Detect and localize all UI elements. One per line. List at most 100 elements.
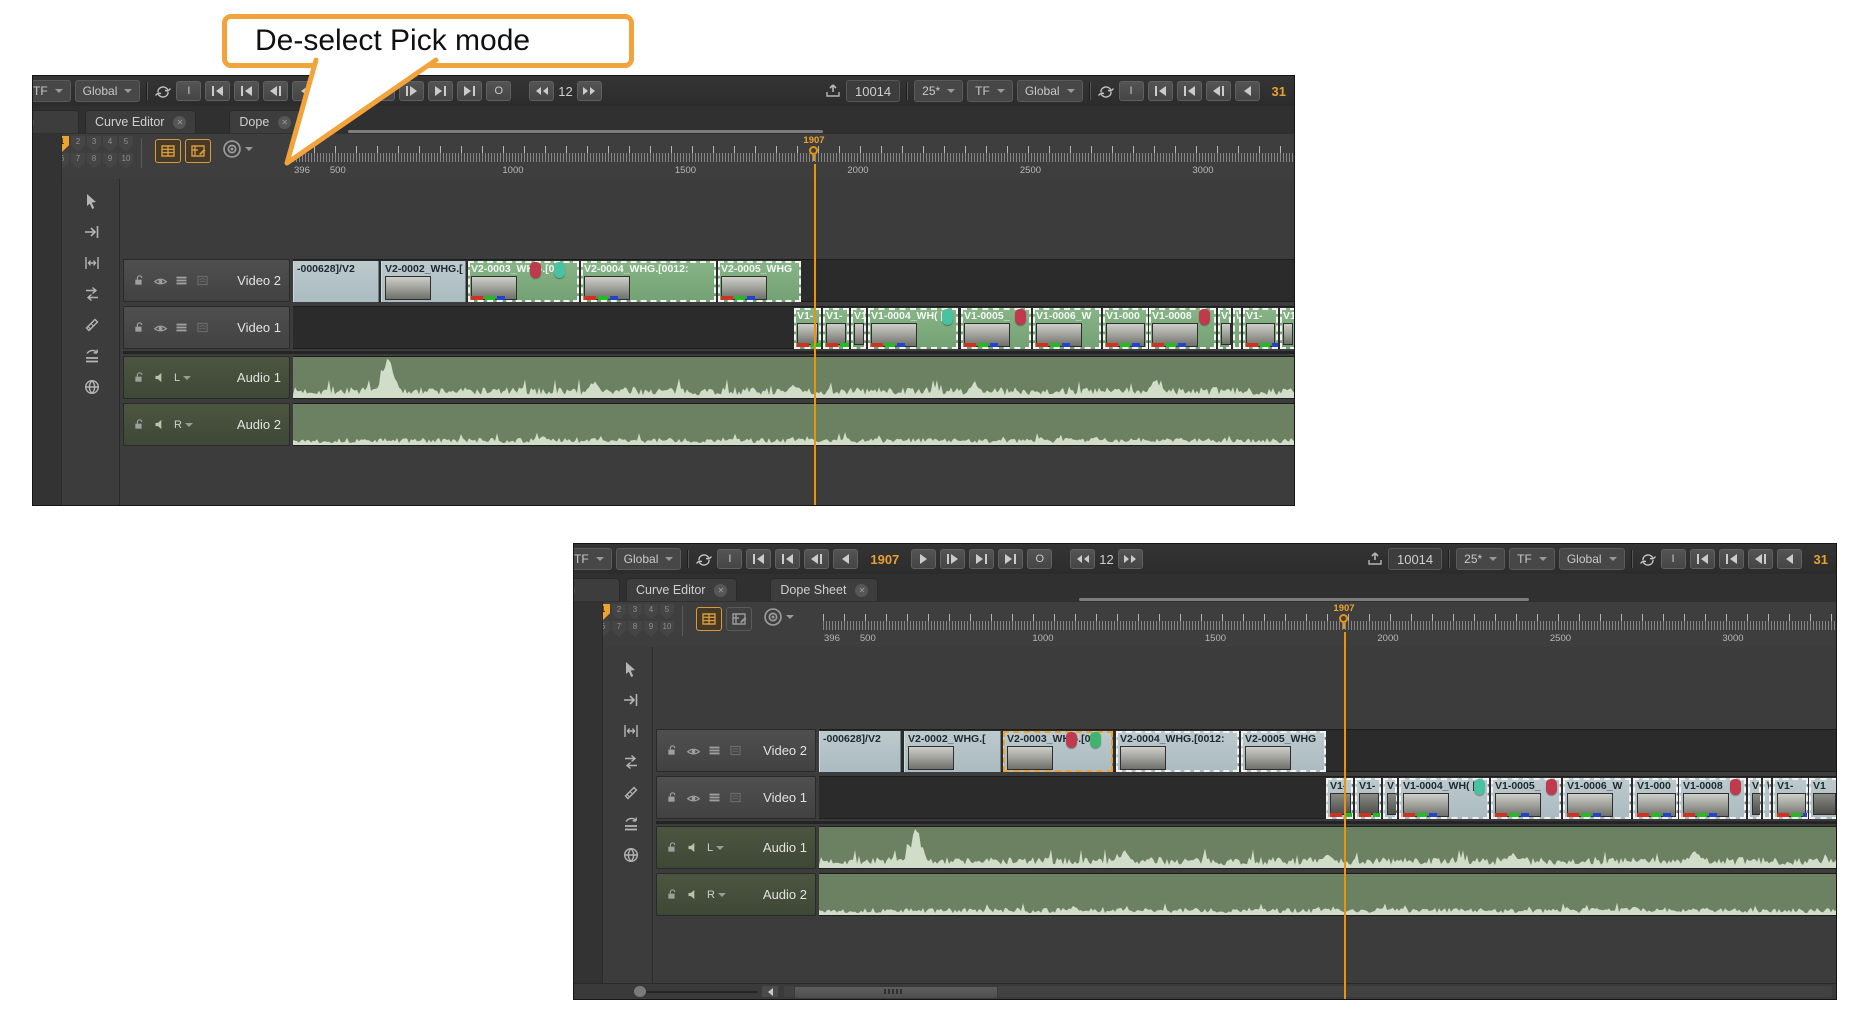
prev-cut-button[interactable] — [1177, 81, 1202, 101]
tf-dropdown[interactable]: TF — [1509, 548, 1555, 570]
track-header-a1[interactable]: LAudio 1 — [123, 356, 290, 399]
loop-icon[interactable] — [1097, 82, 1115, 100]
pick-mode-button[interactable] — [185, 139, 211, 163]
ruler-ticks[interactable] — [823, 614, 1836, 630]
timeline-clip[interactable]: V1-0008 — [1679, 778, 1746, 819]
tab-stub[interactable]: ✕ — [32, 110, 79, 133]
mark-in-button[interactable]: I — [1661, 549, 1686, 569]
vertical-zoom-knob[interactable] — [634, 986, 646, 997]
step-back-button[interactable] — [1777, 549, 1802, 569]
rewind-button[interactable] — [1070, 549, 1095, 569]
marker-flag-9[interactable]: 9 — [103, 153, 117, 169]
tool-ripple-icon[interactable] — [77, 343, 107, 369]
go-first-button[interactable] — [746, 549, 771, 569]
mark-in-button[interactable]: I — [717, 549, 742, 569]
timeline-clip[interactable]: V1 — [1218, 308, 1231, 349]
timeline-clip[interactable]: V1-0005_ — [961, 308, 1031, 349]
timeline-clip[interactable]: V1-0005_ — [1491, 778, 1561, 819]
timeline-clip[interactable]: -000628]/V2 — [293, 261, 379, 302]
tool-razor-icon[interactable] — [616, 780, 646, 806]
tool-cursor-icon[interactable] — [616, 656, 646, 682]
timeline-clip[interactable]: \ — [1763, 778, 1771, 819]
next-frame-button[interactable] — [940, 549, 965, 569]
playhead-pin[interactable] — [809, 146, 818, 155]
timeline-clip[interactable]: V1- — [823, 308, 849, 349]
prev-cut-button[interactable] — [234, 81, 259, 101]
mark-in-button[interactable]: I — [1119, 81, 1144, 101]
marker-flag-2[interactable]: 2 — [612, 604, 626, 620]
tab-scrollbar[interactable] — [348, 130, 823, 133]
tool-insert-icon[interactable] — [77, 219, 107, 245]
fast-forward-button[interactable] — [1118, 549, 1143, 569]
marker-flag-2[interactable]: 2 — [71, 136, 85, 152]
ruler-ticks[interactable] — [293, 146, 1294, 162]
go-first-button[interactable] — [1690, 549, 1715, 569]
tool-insert-icon[interactable] — [616, 687, 646, 713]
tf-dropdown[interactable]: TF — [33, 80, 71, 102]
close-icon[interactable]: ✕ — [714, 584, 727, 597]
loop-icon[interactable] — [1639, 550, 1657, 568]
track-header-v1[interactable]: Video 1 — [123, 306, 290, 349]
pick-target-button[interactable] — [762, 606, 794, 628]
track-header-a2[interactable]: RAudio 2 — [123, 403, 290, 446]
close-icon[interactable]: ✕ — [573, 584, 575, 597]
global-dropdown[interactable]: Global — [1559, 548, 1625, 570]
timeline-clip[interactable]: V2-0005_WHG — [1241, 731, 1326, 772]
timeline-clip[interactable]: V2-0005_WHG — [718, 261, 801, 302]
tab-dope-sheet[interactable]: Dope Sheet✕ — [770, 578, 878, 601]
marker-flag-4[interactable]: 4 — [103, 136, 117, 152]
prev-frame-button[interactable] — [263, 81, 288, 101]
go-first-button[interactable] — [1148, 81, 1173, 101]
layout-grid-button[interactable] — [696, 607, 722, 631]
zero-button[interactable]: O — [486, 81, 511, 101]
timeline-clip[interactable]: V1-000 — [1633, 778, 1678, 819]
timeline-clip[interactable]: V1-0004_WH( [ — [1399, 778, 1489, 819]
timeline-clip[interactable]: V2-0002_WHG.[ — [381, 261, 466, 302]
tool-globe-icon[interactable] — [616, 842, 646, 868]
timeline-clip[interactable]: V2-0004_WHG.[0012: — [1116, 731, 1239, 772]
tab-curve-editor[interactable]: Curve Editor✕ — [85, 110, 196, 133]
play-button[interactable] — [370, 81, 395, 101]
marker-flag-7[interactable]: 7 — [612, 621, 626, 637]
prev-frame-button[interactable] — [1206, 81, 1231, 101]
timeline-clip[interactable]: V1 — [851, 308, 866, 349]
tool-ripple-icon[interactable] — [616, 811, 646, 837]
mark-in-button[interactable]: I — [176, 81, 201, 101]
frame-count-field[interactable]: 10014 — [1388, 548, 1442, 570]
track-header-a1[interactable]: LAudio 1 — [656, 826, 816, 869]
tf-dropdown[interactable]: TF — [574, 548, 612, 570]
track-header-v2[interactable]: Video 2 — [123, 259, 290, 302]
timeline-clip[interactable]: V1- — [1773, 778, 1808, 819]
marker-flag-3[interactable]: 3 — [628, 604, 642, 620]
timeline-clip[interactable]: V2-0002_WHG.[ — [904, 731, 1001, 772]
go-last-button[interactable] — [998, 549, 1023, 569]
global-dropdown[interactable]: Global — [1017, 80, 1083, 102]
marker-flag-9[interactable]: 9 — [644, 621, 658, 637]
global-dropdown[interactable]: Global — [616, 548, 682, 570]
tool-trim-icon[interactable] — [77, 250, 107, 276]
close-icon[interactable]: ✕ — [32, 116, 34, 129]
tab-scrollbar[interactable] — [1079, 598, 1529, 601]
tf-dropdown[interactable]: TF — [967, 80, 1013, 102]
timeline-clip[interactable]: V1- — [1243, 308, 1278, 349]
global-dropdown[interactable]: Global — [75, 80, 141, 102]
marker-flag-8[interactable]: 8 — [628, 621, 642, 637]
layout-grid-button[interactable] — [155, 139, 181, 163]
fps-dropdown[interactable]: 25* — [914, 80, 963, 102]
timeline-clip[interactable]: V1 — [1383, 778, 1397, 819]
prev-cut-button[interactable] — [1719, 549, 1744, 569]
close-icon[interactable]: ✕ — [855, 584, 868, 597]
track-header-a2[interactable]: RAudio 2 — [656, 873, 816, 916]
timeline-clip[interactable]: V1-0006_W — [1563, 778, 1631, 819]
prev-cut-button[interactable] — [775, 549, 800, 569]
track-header-v1[interactable]: Video 1 — [656, 776, 816, 819]
step-back-button[interactable] — [292, 81, 317, 101]
timeline-clip[interactable]: V1- — [1326, 778, 1353, 819]
step-back-button[interactable] — [833, 549, 858, 569]
go-first-button[interactable] — [205, 81, 230, 101]
zero-button[interactable]: O — [1027, 549, 1052, 569]
marker-flag-3[interactable]: 3 — [87, 136, 101, 152]
tab-curve-editor[interactable]: Curve Editor✕ — [626, 578, 737, 601]
timeline-clip[interactable]: V1- — [1355, 778, 1381, 819]
timeline-clip[interactable]: -000628]/V2 — [819, 731, 901, 772]
